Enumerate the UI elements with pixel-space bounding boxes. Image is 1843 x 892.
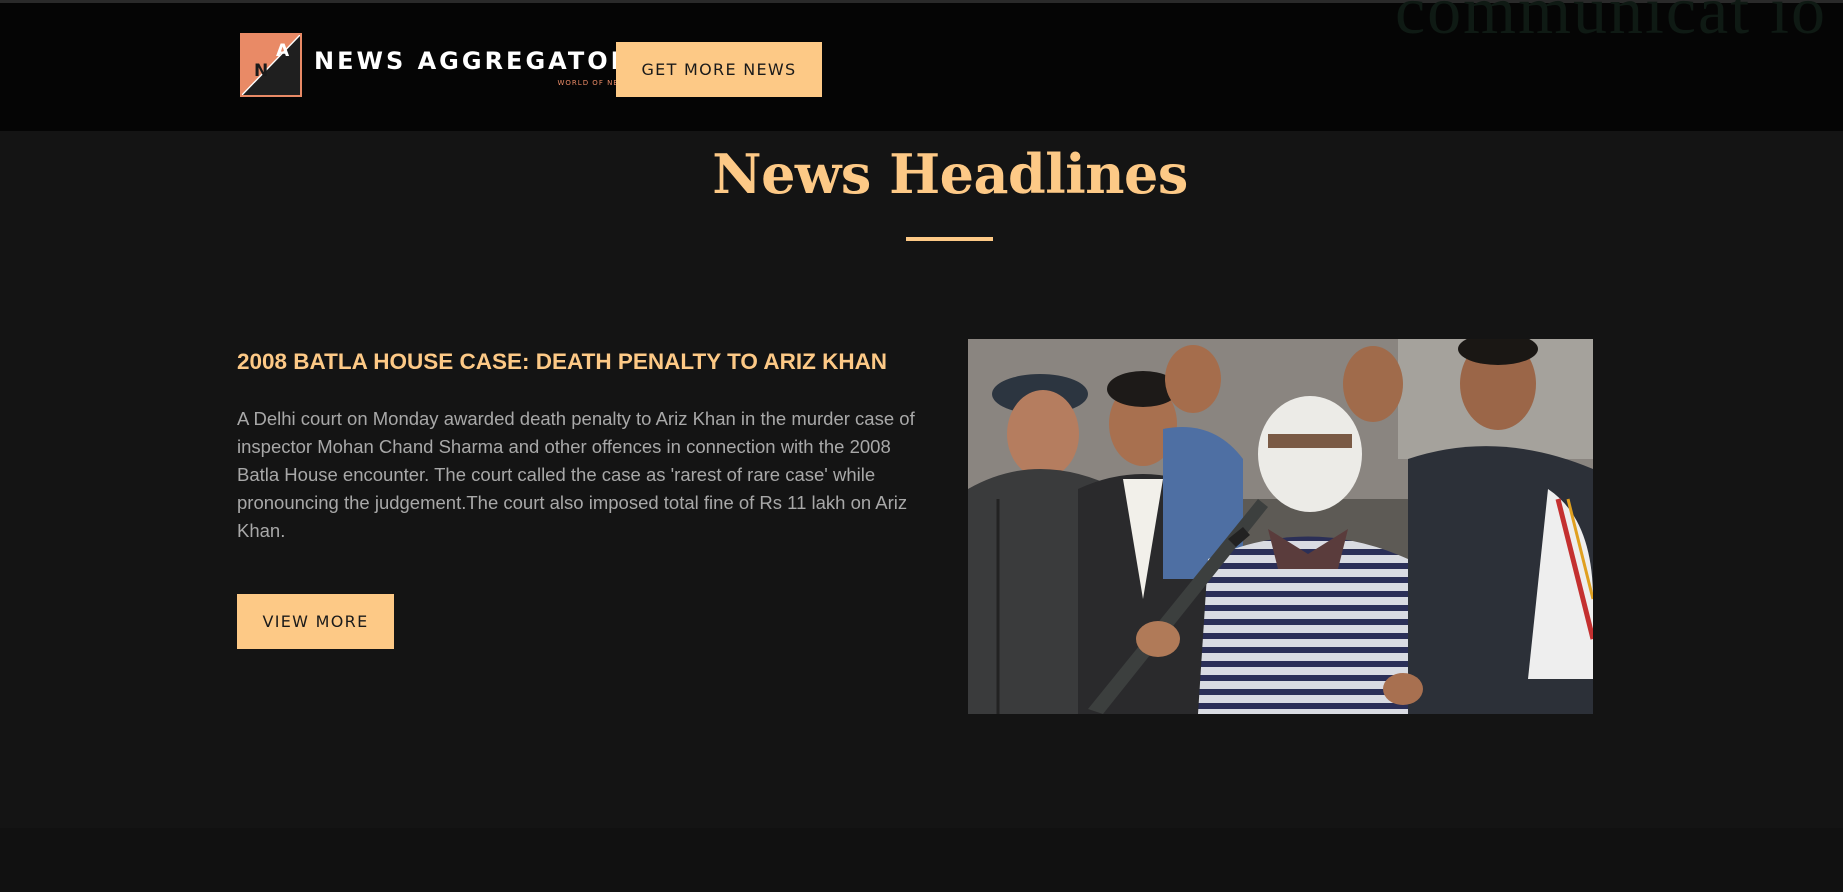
logo-name: NEWS AGGREGATOR <box>314 47 633 75</box>
header-background-decoration: communicat io <box>1395 0 1828 48</box>
view-more-button[interactable]: VIEW MORE <box>237 594 394 649</box>
get-more-news-button[interactable]: GET MORE NEWS <box>616 42 822 97</box>
logo-letter-n: N <box>254 61 269 81</box>
site-header: communicat io A N NEWS AGGREGATOR WORLD … <box>0 0 1843 131</box>
footer-band <box>0 828 1843 892</box>
article-image[interactable] <box>968 339 1593 714</box>
article-photo <box>968 339 1593 714</box>
article-body: A Delhi court on Monday awarded death pe… <box>237 408 915 541</box>
section-title: News Headlines <box>712 142 1188 206</box>
logo-letter-a: A <box>276 41 290 61</box>
title-underline <box>906 237 993 241</box>
logo-text: NEWS AGGREGATOR WORLD OF NEWS <box>314 47 632 87</box>
article-title[interactable]: 2008 BATLA HOUSE CASE: DEATH PENALTY TO … <box>237 349 887 375</box>
site-logo[interactable]: A N NEWS AGGREGATOR WORLD OF NEWS <box>240 33 632 97</box>
logo-mark: A N <box>240 33 302 97</box>
logo-tagline: WORLD OF NEWS <box>557 79 633 87</box>
